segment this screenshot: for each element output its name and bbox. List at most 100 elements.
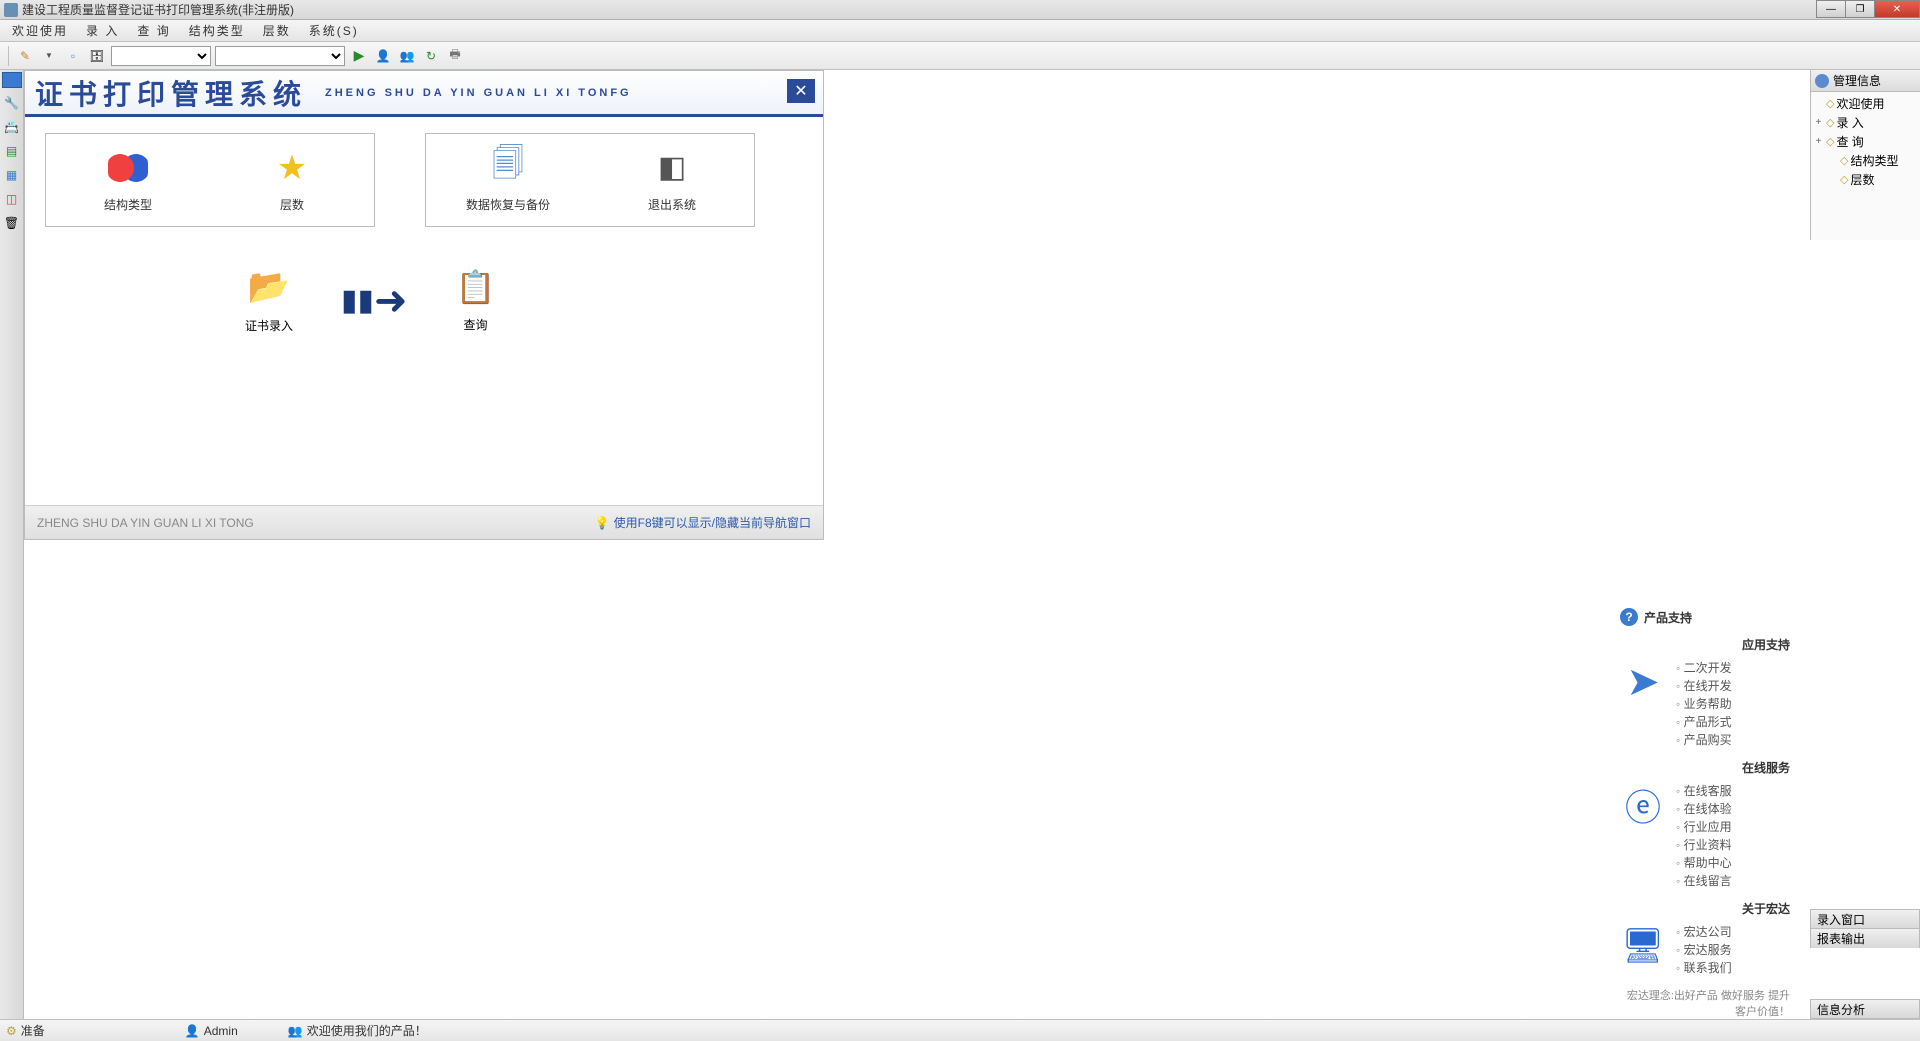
menubar: 欢迎使用 录 入 查 询 结构类型 层数 系统(S) [0,20,1920,42]
support-link[interactable]: 在线体验 [1676,800,1732,818]
tile-exit-label: 退出系统 [648,196,696,213]
right-tabs: 录入窗口 报表输出 信息分析 [1810,910,1920,1019]
combo-1[interactable] [111,46,211,66]
window-controls: — ❐ ✕ [1817,0,1920,18]
minimize-button[interactable]: — [1816,0,1846,18]
flow-arrow-icon: ▮▮➜ [341,278,408,324]
support-title: ? 产品支持 [1620,608,1790,626]
tile-exit[interactable]: ◧ 退出系统 [602,148,742,213]
status-user: 👤 Admin [185,1024,238,1038]
content-area: 证书打印管理系统 ZHENG SHU DA YIN GUAN LI XI TON… [24,70,1920,1019]
status-welcome: 👥 欢迎使用我们的产品！ [288,1022,427,1039]
star-icon: ★ [272,148,312,188]
lt-icon-3[interactable]: ▤ [3,142,21,160]
support-section-app: 应用支持 ➤ 二次开发 在线开发 业务帮助 产品形式 产品购买 [1620,636,1790,749]
menu-structure[interactable]: 结构类型 [181,20,253,41]
tree-node-query[interactable]: +◇查 询 [1813,132,1918,151]
gear-icon: ⚙ [6,1024,17,1038]
menu-welcome[interactable]: 欢迎使用 [4,20,76,41]
tile-row-1: 结构类型 ★ 层数 🗐 数据恢复与备份 ◧ 退出系统 [25,117,823,227]
welcome-title-en: ZHENG SHU DA YIN GUAN LI XI TONFG [325,87,632,99]
exit-icon: ◧ [652,148,692,188]
close-button[interactable]: ✕ [1874,0,1920,18]
titlebar: 建设工程质量监督登记证书打印管理系统(非注册版) — ❐ ✕ [0,0,1920,20]
edit-dropdown[interactable]: ▼ [39,46,59,66]
users-icon[interactable]: 👥 [397,46,417,66]
bulb-icon: 💡 [595,516,610,530]
edit-icon[interactable]: ✎ [15,46,35,66]
lt-window-icon[interactable] [2,72,22,88]
support-link[interactable]: 产品购买 [1676,731,1732,749]
tile-layers[interactable]: ★ 层数 [222,148,362,213]
support-link[interactable]: 在线开发 [1676,677,1732,695]
support-link[interactable]: 行业资料 [1676,836,1732,854]
support-slogan: 宏达理念:出好产品 做好服务 提升客户价值！ [1620,987,1790,1019]
support-link[interactable]: 业务帮助 [1676,695,1732,713]
support-link[interactable]: 宏达公司 [1676,923,1732,941]
tile-backup[interactable]: 🗐 数据恢复与备份 [438,148,578,213]
tile-input-label: 证书录入 [245,317,293,334]
tile-query[interactable]: 📋 查询 [456,268,496,333]
welcome-footer: ZHENG SHU DA YIN GUAN LI XI TONG 💡 使用F8键… [25,505,823,539]
tree-pane: 管理信息 ◇欢迎使用 +◇录 入 +◇查 询 ◇结构类型 ◇层数 [1810,70,1920,240]
lt-icon-4[interactable]: ▦ [3,166,21,184]
tree-node-input[interactable]: +◇录 入 [1813,113,1918,132]
support-head-1: 在线服务 [1620,759,1790,776]
tile-input[interactable]: 📂 证书录入 [245,267,293,334]
support-link[interactable]: 在线留言 [1676,872,1732,890]
arrow-icon: ➤ [1620,659,1666,705]
tile-query-label: 查询 [463,316,487,333]
tree-node-structure[interactable]: ◇结构类型 [1813,151,1918,170]
right-tab-analysis[interactable]: 信息分析 [1810,999,1920,1019]
refresh-icon[interactable]: ↻ [421,46,441,66]
tile-backup-label: 数据恢复与备份 [466,196,550,213]
support-link[interactable]: 在线客服 [1676,782,1732,800]
welcome-close-icon[interactable]: ✕ [787,79,815,103]
lt-icon-2[interactable]: 📇 [3,118,21,136]
support-link[interactable]: 联系我们 [1676,959,1732,977]
menu-input[interactable]: 录 入 [78,20,127,41]
welcome-header: 证书打印管理系统 ZHENG SHU DA YIN GUAN LI XI TON… [25,71,823,117]
status-ready: ⚙ 准备 [6,1022,45,1039]
user-icon: 👤 [185,1024,200,1038]
run-icon[interactable]: ▶ [349,46,369,66]
support-panel: ? 产品支持 应用支持 ➤ 二次开发 在线开发 业务帮助 产品形式 产品购买 [1620,608,1790,1019]
app-icon [4,3,18,17]
menu-layers[interactable]: 层数 [255,20,299,41]
support-head-0: 应用支持 [1620,636,1790,653]
right-tab-report[interactable]: 报表输出 [1810,928,1920,948]
support-link[interactable]: 宏达服务 [1676,941,1732,959]
support-link[interactable]: 帮助中心 [1676,854,1732,872]
welcome-panel: 证书打印管理系统 ZHENG SHU DA YIN GUAN LI XI TON… [24,70,824,540]
question-icon: ? [1620,608,1638,626]
db-icon[interactable]: 🗄 [87,46,107,66]
combo-2[interactable] [215,46,345,66]
support-link[interactable]: 二次开发 [1676,659,1732,677]
tile-layers-label: 层数 [280,196,304,213]
menu-query[interactable]: 查 询 [129,20,178,41]
tree-node-welcome[interactable]: ◇欢迎使用 [1813,94,1918,113]
box-group-2: 🗐 数据恢复与备份 ◧ 退出系统 [425,133,755,227]
left-toolbar: 🔧 📇 ▤ ▦ ◫ 🗑 [0,70,24,1019]
main-area: 🔧 📇 ▤ ▦ ◫ 🗑 证书打印管理系统 ZHENG SHU DA YIN GU… [0,70,1920,1019]
support-link[interactable]: 行业应用 [1676,818,1732,836]
user-icon[interactable]: 👤 [373,46,393,66]
right-tab-input[interactable]: 录入窗口 [1810,909,1920,929]
tile-row-2: 📂 证书录入 ▮▮➜ 📋 查询 [25,227,823,334]
new-icon[interactable]: ▫ [63,46,83,66]
maximize-button[interactable]: ❐ [1845,0,1875,18]
tile-structure[interactable]: 结构类型 [58,148,198,213]
support-link[interactable]: 产品形式 [1676,713,1732,731]
lt-icon-1[interactable]: 🔧 [3,94,21,112]
support-head-2: 关于宏达 [1620,900,1790,917]
statusbar: ⚙ 准备 👤 Admin 👥 欢迎使用我们的产品！ [0,1019,1920,1041]
folder-icon: 📂 [248,267,290,307]
printer-icon[interactable]: 🖶 [445,46,465,66]
menu-system[interactable]: 系统(S) [301,20,367,41]
toolbar: ✎ ▼ ▫ 🗄 ▶ 👤 👥 ↻ 🖶 [0,42,1920,70]
butterfly-icon [108,148,148,188]
welcome-footer-left: ZHENG SHU DA YIN GUAN LI XI TONG [37,516,254,530]
tree-node-layers[interactable]: ◇层数 [1813,170,1918,189]
lt-icon-5[interactable]: ◫ [3,190,21,208]
lt-trash-icon[interactable]: 🗑 [3,214,21,232]
